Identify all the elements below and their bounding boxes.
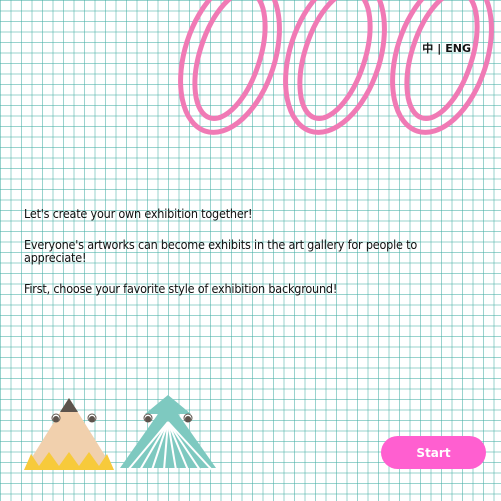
pink-rings-decoration	[178, 0, 494, 135]
start-button[interactable]: Start	[381, 436, 486, 469]
language-en-option[interactable]: ENG	[445, 42, 471, 55]
language-switch: 中 | ENG	[422, 40, 471, 56]
intro-line-1: Let's create your own exhibition togethe…	[24, 206, 253, 221]
language-zh-option[interactable]: 中	[422, 40, 433, 56]
intro-text: Let's create your own exhibition togethe…	[24, 207, 464, 313]
language-separator: |	[437, 41, 442, 55]
mascot-illustration	[24, 395, 216, 471]
pencil-mascot-icon	[24, 398, 114, 470]
intro-line-2: Everyone's artworks can become exhibits …	[24, 237, 418, 265]
intro-line-3: First, choose your favorite style of exh…	[24, 281, 338, 296]
teal-brush-mascot-icon	[120, 395, 216, 471]
